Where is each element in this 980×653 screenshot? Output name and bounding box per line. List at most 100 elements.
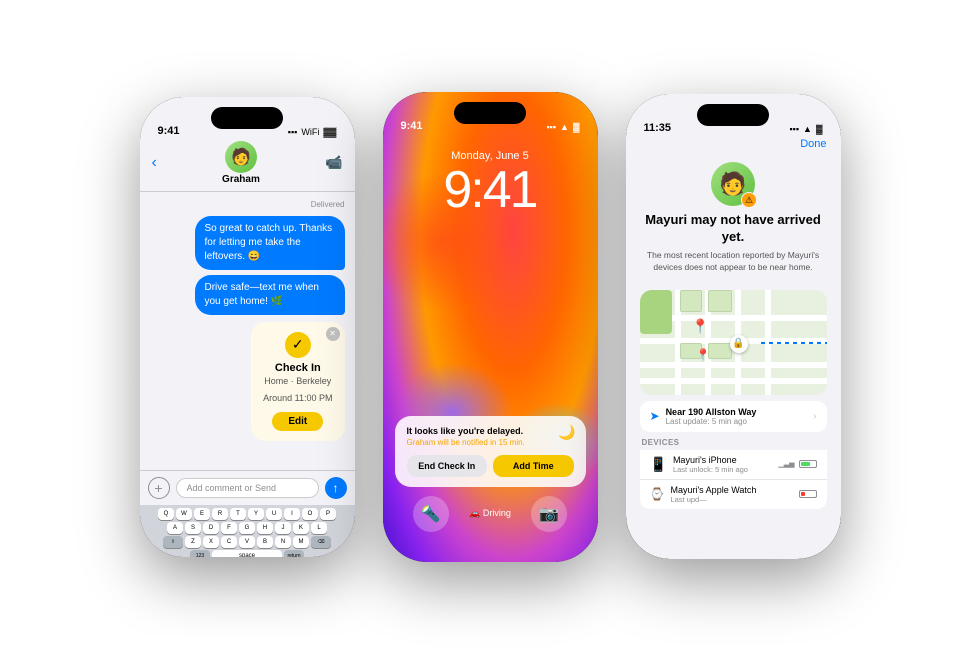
key-r[interactable]: R (212, 508, 228, 520)
kb-row-3: ⇧ Z X C V B N M ⌫ (143, 536, 352, 548)
key-o[interactable]: O (302, 508, 318, 520)
key-f[interactable]: F (221, 522, 237, 534)
key-e[interactable]: E (194, 508, 210, 520)
device-row-watch[interactable]: ⌚ Mayuri's Apple Watch Last upd— (640, 479, 827, 509)
camera-button[interactable]: 📷 (531, 496, 567, 532)
key-k[interactable]: K (293, 522, 309, 534)
key-y[interactable]: Y (248, 508, 264, 520)
flashlight-button[interactable]: 🔦 (413, 496, 449, 532)
location-update: Last update: 5 min ago (666, 417, 808, 426)
phone-lockscreen: 9:41 ▪▪▪ ▲ ▓ Monday, June 5 9:41 🌙 It lo… (383, 92, 598, 562)
dynamic-island (211, 107, 283, 129)
signal-bars: ▁▃▅ (778, 460, 794, 468)
message-input-bar: + Add comment or Send ↑ (140, 470, 355, 505)
scene: 9:41 ▪▪▪ WiFi ▓▓ ‹ 🧑 Graham 📹 Delivered (0, 0, 980, 653)
message-input[interactable]: Add comment or Send (176, 478, 319, 498)
battery-fill (801, 462, 811, 466)
alert-screen: 11:35 ▪▪▪ ▲ ▓ Done 🧑 ⚠ Mayuri may not ha… (626, 94, 841, 559)
driving-label: 🚗 Driving (469, 508, 511, 519)
location-icon: ➤ (650, 409, 660, 423)
location-row[interactable]: ➤ Near 190 Allston Way Last update: 5 mi… (640, 401, 827, 432)
warning-badge: ⚠ (741, 192, 757, 208)
lockscreen-signal-icon: ▪▪▪ (546, 122, 556, 132)
dynamic-island-2 (454, 102, 526, 124)
location-info: Near 190 Allston Way Last update: 5 min … (666, 407, 808, 426)
checkin-location: Home · Berkeley (263, 376, 332, 388)
key-space[interactable]: space (212, 550, 282, 557)
signal-icon: ▪▪▪ (288, 127, 298, 137)
key-a[interactable]: A (167, 522, 183, 534)
lockscreen-screen: 9:41 ▪▪▪ ▲ ▓ Monday, June 5 9:41 🌙 It lo… (383, 92, 598, 562)
key-return[interactable]: return (284, 550, 304, 557)
key-s[interactable]: S (185, 522, 201, 534)
current-location-pin: 📍 (696, 348, 711, 362)
video-call-button[interactable]: 📹 (325, 154, 342, 171)
key-l[interactable]: L (311, 522, 327, 534)
key-g[interactable]: G (239, 522, 255, 534)
checkin-check-icon: ✓ (285, 332, 311, 358)
mayuri-avatar: 🧑 ⚠ (711, 162, 755, 206)
key-x[interactable]: X (203, 536, 219, 548)
road-h3 (640, 362, 827, 368)
watch-signal (797, 490, 817, 498)
key-u[interactable]: U (266, 508, 282, 520)
iphone-signal: ▁▃▅ (778, 460, 816, 468)
device-row-iphone[interactable]: 📱 Mayuri's iPhone Last unlock: 5 min ago… (640, 450, 827, 479)
kb-row-1: Q W E R T Y U I O P (143, 508, 352, 520)
key-t[interactable]: T (230, 508, 246, 520)
iphone-update: Last unlock: 5 min ago (673, 465, 772, 474)
kb-row-2: A S D F G H J K L (143, 522, 352, 534)
block-2 (708, 290, 732, 312)
back-button[interactable]: ‹ (152, 154, 157, 172)
edit-button[interactable]: Edit (272, 412, 323, 431)
location-trail (761, 342, 826, 344)
alert-description: The most recent location reported by May… (640, 250, 827, 274)
lock-pin: 🔒 (730, 335, 748, 353)
key-shift[interactable]: ⇧ (163, 536, 183, 548)
key-123[interactable]: 123 (190, 550, 210, 557)
alert-battery-icon: ▓ (816, 124, 823, 134)
key-d[interactable]: D (203, 522, 219, 534)
wifi-icon: WiFi (301, 127, 319, 137)
key-w[interactable]: W (176, 508, 192, 520)
map-view: 📍 🔒 📍 (640, 290, 827, 395)
key-b[interactable]: B (257, 536, 273, 548)
block-4 (708, 343, 732, 359)
key-n[interactable]: N (275, 536, 291, 548)
alert-signal-icon: ▪▪▪ (789, 124, 799, 134)
watch-update: Last upd— (670, 495, 790, 504)
key-c[interactable]: C (221, 536, 237, 548)
end-checkin-button[interactable]: End Check In (407, 455, 488, 477)
iphone-icon: 📱 (650, 456, 667, 473)
key-p[interactable]: P (320, 508, 336, 520)
sent-message-1: So great to catch up. Thanks for letting… (195, 216, 345, 270)
lockscreen-status-icons: ▪▪▪ ▲ ▓ (546, 122, 579, 132)
contact-name: Graham (222, 174, 260, 185)
key-delete[interactable]: ⌫ (311, 536, 331, 548)
block-1 (680, 290, 702, 312)
key-m[interactable]: M (293, 536, 309, 548)
key-z[interactable]: Z (185, 536, 201, 548)
send-button[interactable]: ↑ (325, 477, 347, 499)
done-button[interactable]: Done (800, 138, 826, 150)
iphone-name: Mayuri's iPhone (673, 455, 772, 465)
add-attachment-button[interactable]: + (148, 477, 170, 499)
checkin-time: Around 11:00 PM (263, 393, 332, 405)
key-i[interactable]: I (284, 508, 300, 520)
checkin-close-button[interactable]: ✕ (326, 327, 340, 341)
watch-name: Mayuri's Apple Watch (670, 485, 790, 495)
key-j[interactable]: J (275, 522, 291, 534)
status-icons: ▪▪▪ WiFi ▓▓ (288, 127, 337, 137)
key-v[interactable]: V (239, 536, 255, 548)
delivered-label: Delivered (150, 200, 345, 209)
location-name: Near 190 Allston Way (666, 407, 808, 417)
alert-content: 🧑 ⚠ Mayuri may not have arrived yet. The… (626, 158, 841, 290)
key-h[interactable]: H (257, 522, 273, 534)
add-time-button[interactable]: Add Time (493, 455, 574, 477)
alert-status-icons: ▪▪▪ ▲ ▓ (789, 124, 822, 134)
key-q[interactable]: Q (158, 508, 174, 520)
lock-bottom-actions: 🔦 🚗 Driving 📷 (383, 496, 598, 532)
chevron-right-icon: › (813, 411, 816, 422)
notif-emoji: 🌙 (558, 424, 575, 441)
devices-section: DEVICES 📱 Mayuri's iPhone Last unlock: 5… (640, 438, 827, 509)
